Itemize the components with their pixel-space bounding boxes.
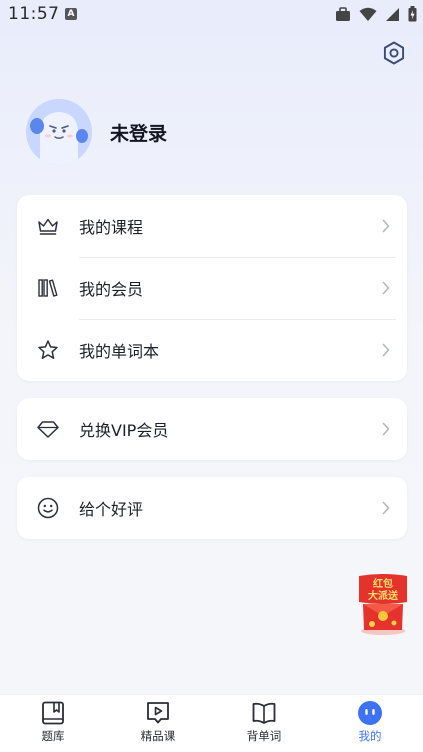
red-envelope-icon: 红包 大派送 [359, 574, 407, 635]
briefcase-icon [336, 6, 350, 21]
smile-icon [37, 497, 59, 519]
menu-item-label: 给个好评 [79, 500, 144, 519]
tab-question-bank[interactable]: 题库 [13, 695, 93, 752]
menu-card-vip: 兑换VIP会员 [17, 398, 407, 460]
menu-item-label: 我的课程 [79, 218, 144, 237]
menu-item-label: 我的会员 [79, 280, 144, 299]
tab-premium-courses[interactable]: 精品课 [118, 695, 198, 752]
menu-item-label: 兑换VIP会员 [79, 421, 169, 440]
menu-card-main: 我的课程 我的会员 我的单词本 [17, 195, 407, 381]
promo-line1: 红包 [373, 577, 393, 590]
menu-card-rate: 给个好评 [17, 477, 407, 539]
battery-icon [408, 6, 417, 22]
chevron-right-icon [382, 501, 390, 515]
red-envelope-promo-button[interactable]: 红包 大派送 [356, 574, 410, 636]
gear-icon [383, 41, 405, 65]
tab-label: 精品课 [140, 729, 176, 743]
status-bar: 11:57 A [0, 0, 423, 30]
menu-item-my-courses[interactable]: 我的课程 [17, 195, 407, 257]
avatar[interactable] [26, 99, 92, 165]
menu-item-my-wordbook[interactable]: 我的单词本 [17, 319, 407, 381]
promo-line2: 大派送 [368, 589, 399, 602]
wifi-icon [359, 7, 377, 21]
menu-item-my-membership[interactable]: 我的会员 [17, 257, 407, 319]
crown-icon [38, 218, 58, 235]
bookmark-book-icon [42, 701, 64, 725]
tab-label: 我的 [358, 729, 382, 743]
menu-item-rate-app[interactable]: 给个好评 [17, 477, 407, 539]
status-icons [335, 6, 417, 22]
notification-icon: A [65, 8, 77, 20]
tab-profile[interactable]: 我的 [330, 695, 410, 752]
signal-icon [386, 7, 399, 21]
login-status-name[interactable]: 未登录 [110, 119, 167, 146]
star-icon [38, 340, 58, 359]
chevron-right-icon [382, 343, 390, 357]
tab-label: 题库 [41, 729, 65, 743]
video-play-icon [147, 702, 169, 724]
status-time: 11:57 [8, 4, 60, 24]
diamond-icon [37, 421, 59, 438]
mascot-avatar-icon [26, 99, 92, 165]
open-book-icon [252, 702, 276, 724]
library-icon [38, 279, 58, 297]
tab-label: 背单词 [246, 729, 282, 743]
settings-button[interactable] [382, 41, 406, 65]
profile-face-icon [358, 701, 382, 725]
menu-item-label: 我的单词本 [79, 342, 160, 361]
bottom-tab-bar: 题库 精品课 背单词 我的 [0, 694, 423, 752]
tab-vocabulary[interactable]: 背单词 [224, 695, 304, 752]
chevron-right-icon [382, 219, 390, 233]
chevron-right-icon [382, 281, 390, 295]
profile-header[interactable]: 未登录 [26, 98, 167, 166]
menu-item-redeem-vip[interactable]: 兑换VIP会员 [17, 398, 407, 460]
chevron-right-icon [382, 422, 390, 436]
